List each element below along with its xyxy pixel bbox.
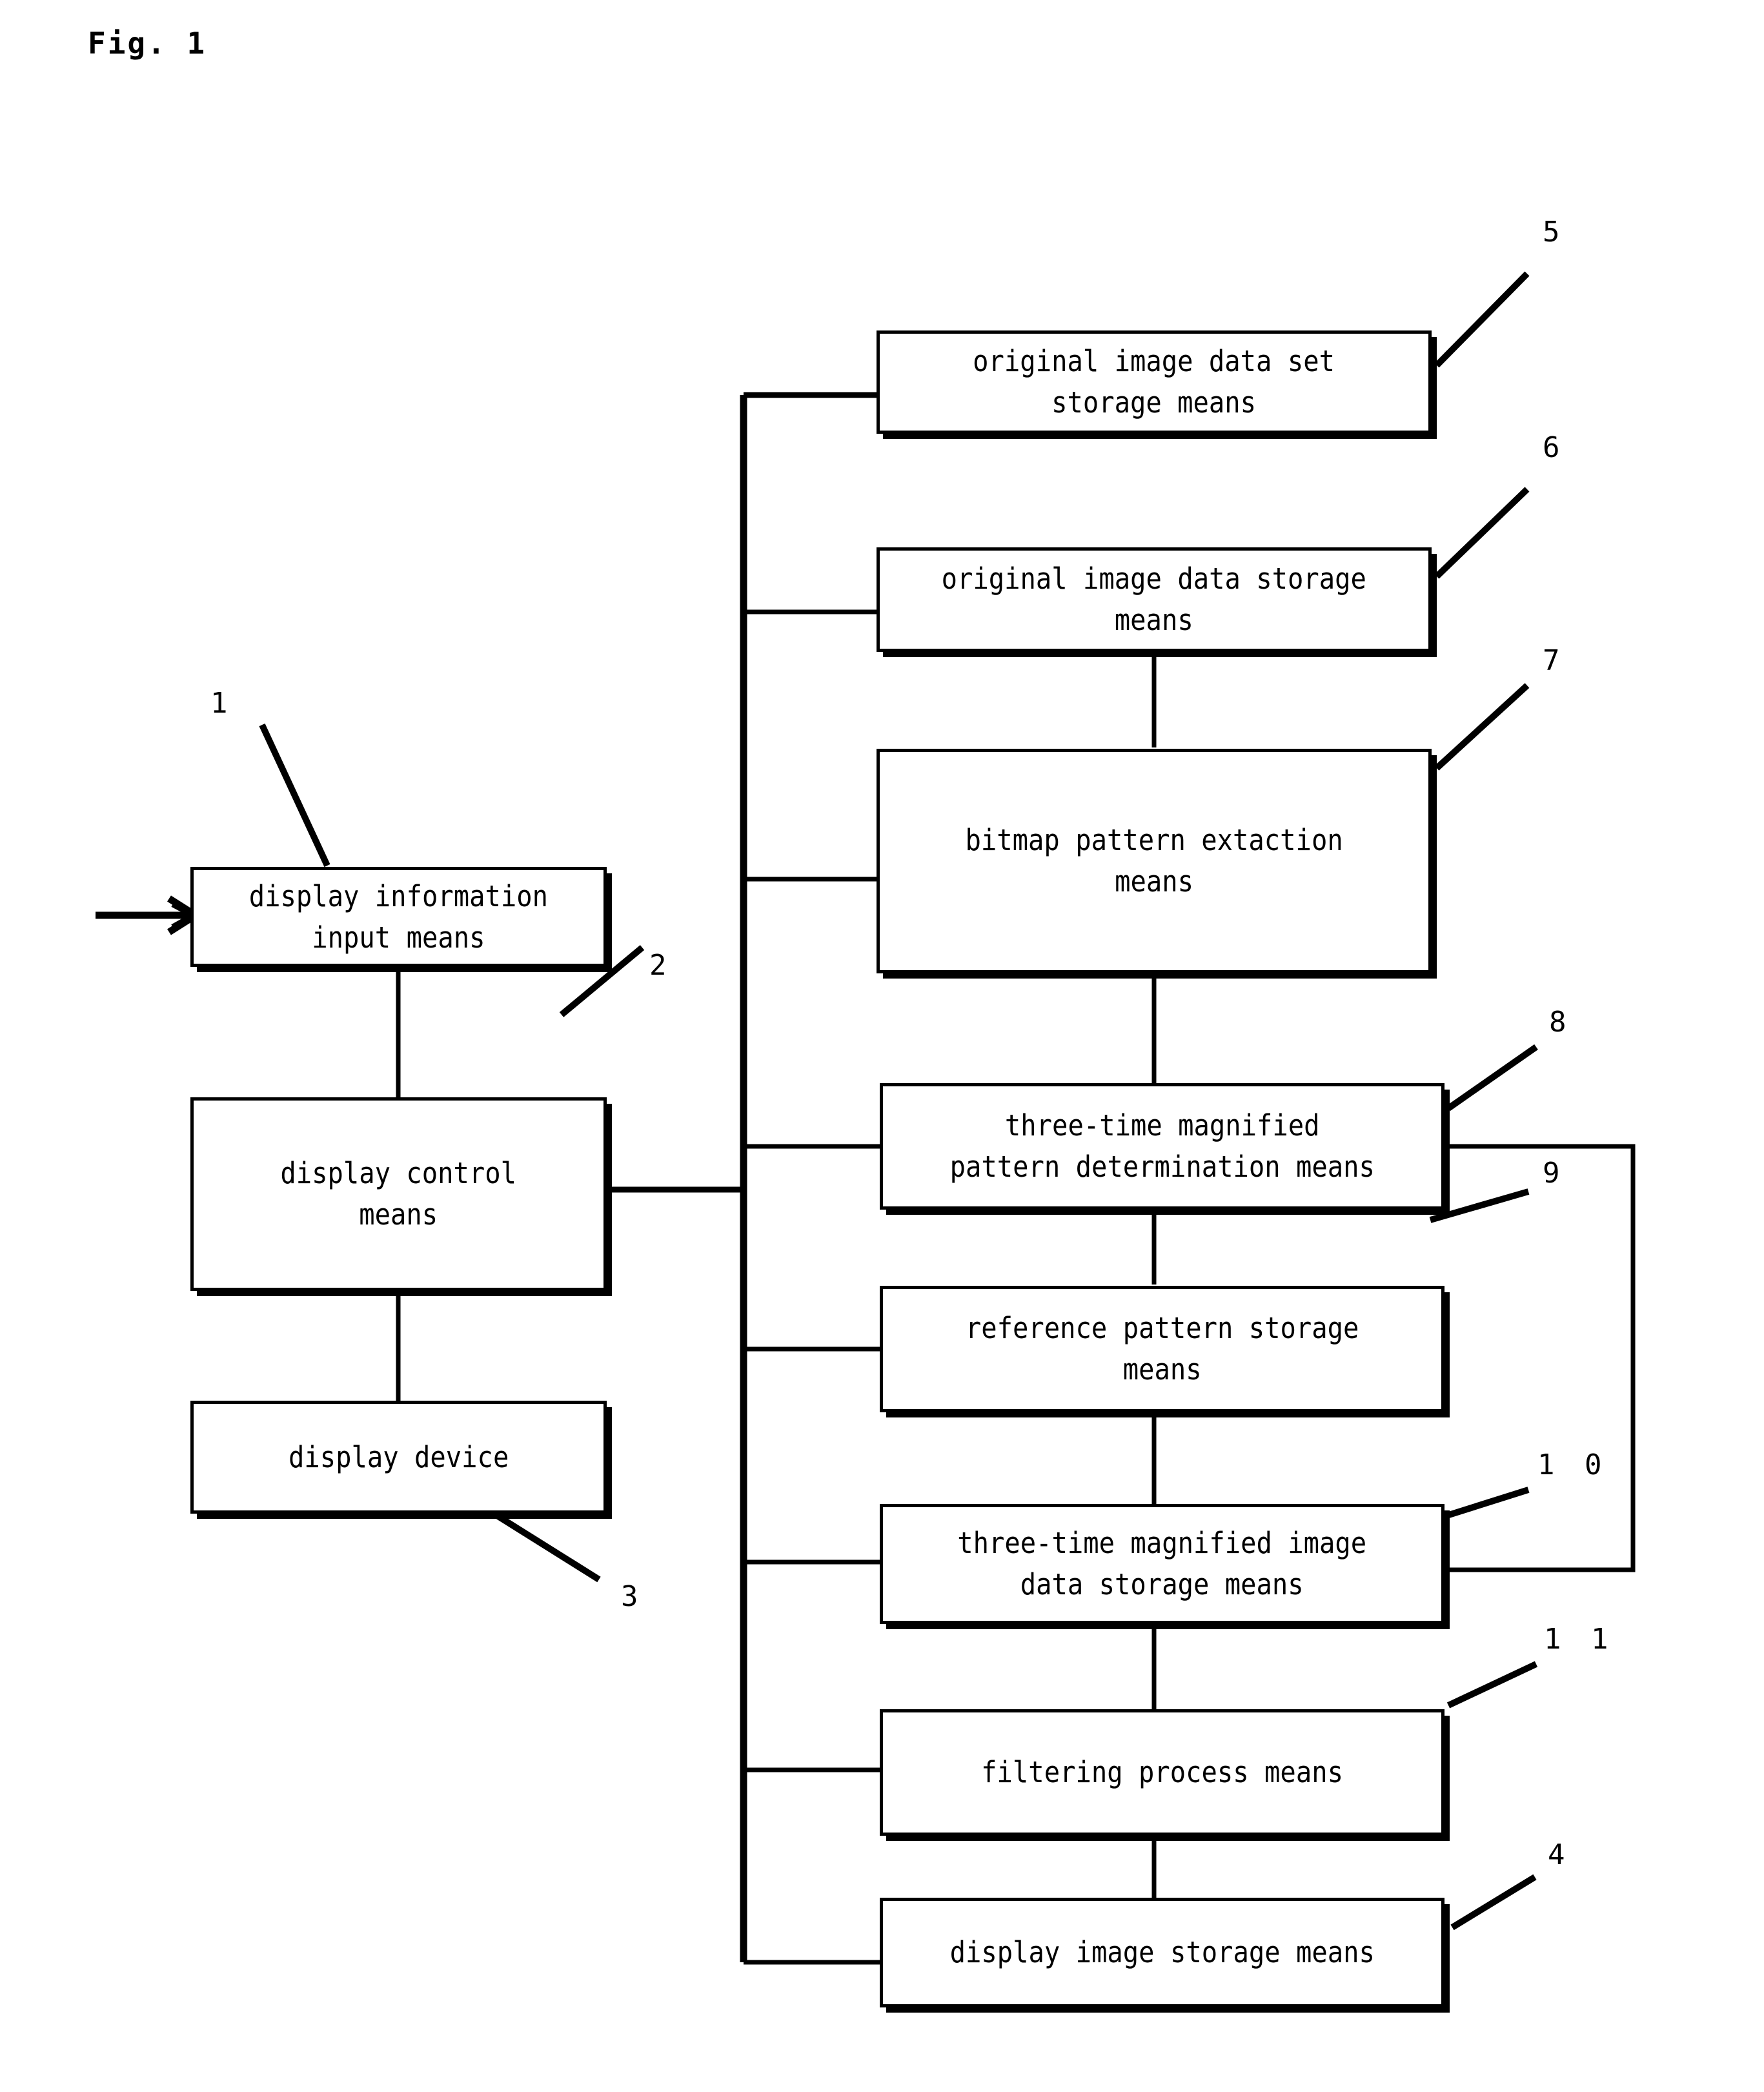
- node-label: three-time magnified pattern determinati…: [949, 1108, 1375, 1184]
- refnum-2: 2: [649, 949, 673, 982]
- leader-8: [1446, 1044, 1538, 1112]
- refnum-4: 4: [1548, 1838, 1572, 1871]
- node-filtering-process-means[interactable]: filtering process means: [880, 1709, 1445, 1836]
- refnum-10: 1 0: [1537, 1448, 1608, 1481]
- node-display-image-storage-means[interactable]: display image storage means: [880, 1898, 1445, 2007]
- node-original-image-data-set-storage-means[interactable]: original image data set storage means: [877, 330, 1432, 434]
- leader-7: [1434, 683, 1530, 771]
- node-three-time-magnified-image-data-storage-means[interactable]: three-time magnified image data storage …: [880, 1504, 1445, 1624]
- leader-1: [259, 723, 330, 868]
- input-arrow: [96, 895, 203, 935]
- leader-3: [490, 1509, 601, 1583]
- figure-sheet: Fig. 1 display information input means d…: [0, 0, 1764, 2092]
- node-label: original image data set storage means: [973, 344, 1335, 420]
- figure-label: Fig. 1: [88, 26, 207, 61]
- refnum-11: 1 1: [1544, 1623, 1615, 1656]
- refnum-3: 3: [621, 1580, 645, 1613]
- refnum-6: 6: [1543, 431, 1566, 464]
- refnum-7: 7: [1543, 644, 1566, 677]
- node-original-image-data-storage-means[interactable]: original image data storage means: [877, 547, 1432, 652]
- leader-4: [1450, 1874, 1537, 1931]
- node-label: display device: [288, 1439, 509, 1474]
- node-label: original image data storage means: [941, 562, 1367, 637]
- leader-6: [1434, 487, 1530, 579]
- node-label: bitmap pattern extaction means: [965, 823, 1343, 899]
- node-label: display information input means: [248, 878, 549, 955]
- refnum-1: 1: [210, 687, 234, 720]
- node-label: display control means: [280, 1156, 517, 1232]
- leader-10: [1429, 1487, 1530, 1524]
- refnum-8: 8: [1549, 1006, 1573, 1039]
- node-reference-pattern-storage-means[interactable]: reference pattern storage means: [880, 1286, 1445, 1412]
- feedback-loop-8-to-10: [1443, 1144, 1636, 1572]
- node-display-information-input-means[interactable]: display information input means: [190, 867, 607, 967]
- leader-11: [1446, 1661, 1538, 1709]
- leader-5: [1434, 271, 1530, 368]
- leader-9: [1429, 1188, 1530, 1223]
- node-label: display image storage means: [949, 1935, 1375, 1970]
- refnum-9: 9: [1543, 1157, 1566, 1190]
- refnum-5: 5: [1543, 216, 1566, 249]
- node-bitmap-pattern-extaction-means[interactable]: bitmap pattern extaction means: [877, 749, 1432, 973]
- node-label: three-time magnified image data storage …: [957, 1526, 1367, 1601]
- node-display-control-means[interactable]: display control means: [190, 1097, 607, 1291]
- node-label: filtering process means: [981, 1755, 1343, 1790]
- node-label: reference pattern storage means: [965, 1311, 1359, 1386]
- node-three-time-magnified-pattern-determination-means[interactable]: three-time magnified pattern determinati…: [880, 1083, 1445, 1210]
- node-display-device[interactable]: display device: [190, 1401, 607, 1514]
